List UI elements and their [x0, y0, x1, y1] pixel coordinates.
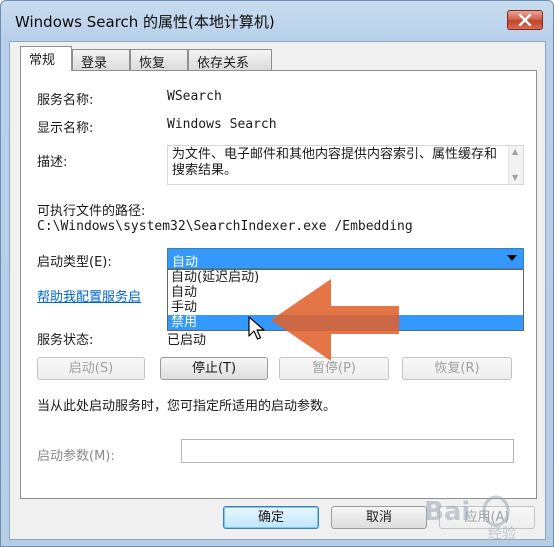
scroll-down-icon[interactable]: ▼ [512, 173, 518, 182]
properties-window: Windows Search 的属性(本地计算机) 常规 登录 恢复 依存关系 … [0, 0, 554, 547]
tab-general[interactable]: 常规 [20, 46, 72, 71]
display-name-value: Windows Search [167, 117, 277, 132]
resume-button[interactable]: 恢复(R) [402, 357, 512, 380]
startup-type-label: 启动类型(E): [37, 255, 112, 270]
tab-label: 常规 [29, 53, 56, 68]
service-name-label: 服务名称: [37, 93, 94, 108]
startup-type-select[interactable]: 自动 [167, 248, 524, 270]
service-status-value: 已启动 [167, 333, 207, 348]
start-params-input[interactable] [181, 439, 514, 463]
title-bar[interactable]: Windows Search 的属性(本地计算机) [1, 1, 553, 41]
watermark-logo: Bai 经验 [418, 484, 550, 542]
tab-recovery[interactable]: 恢复 [130, 49, 188, 71]
description-box[interactable]: 为文件、电子邮件和其他内容提供内容索引、属性缓存和搜索结果。 ▲ ▼ [167, 145, 524, 185]
stop-button[interactable]: 停止(T) [160, 357, 268, 380]
exe-path-label: 可执行文件的路径: [37, 204, 146, 219]
svg-text:经验: 经验 [488, 526, 516, 542]
description-text: 为文件、电子邮件和其他内容提供内容索引、属性缓存和搜索结果。 [172, 147, 498, 178]
help-configure-link[interactable]: 帮助我配置服务启 [37, 286, 141, 305]
display-name-label: 显示名称: [37, 121, 94, 136]
exe-path-value: C:\Windows\system32\SearchIndexer.exe /E… [37, 219, 413, 234]
pointer-arrow-icon [271, 279, 399, 361]
tab-label: 登录 [81, 56, 108, 71]
start-button[interactable]: 启动(S) [37, 357, 145, 380]
tab-label: 依存关系 [197, 56, 250, 71]
tab-logon[interactable]: 登录 [72, 49, 130, 71]
chevron-down-icon [507, 255, 517, 261]
window-title: Windows Search 的属性(本地计算机) [15, 13, 275, 31]
tab-dependencies[interactable]: 依存关系 [188, 49, 272, 71]
ok-button[interactable]: 确定 [223, 506, 319, 529]
start-params-hint: 当从此处启动服务时，您可指定所适用的启动参数。 [37, 399, 337, 414]
scroll-up-icon[interactable]: ▲ [512, 147, 518, 156]
description-scrollbar[interactable]: ▲ ▼ [508, 146, 523, 184]
svg-text:Bai: Bai [424, 497, 470, 527]
service-name-value: WSearch [167, 89, 222, 104]
startup-type-value: 自动 [172, 255, 199, 270]
close-icon [518, 14, 532, 26]
description-label: 描述: [37, 155, 68, 170]
start-params-label: 启动参数(M): [37, 449, 115, 464]
cancel-button[interactable]: 取消 [331, 506, 427, 529]
tab-label: 恢复 [139, 56, 166, 71]
close-button[interactable] [507, 10, 543, 30]
mouse-cursor-icon [248, 316, 265, 340]
service-status-label: 服务状态: [37, 333, 94, 348]
